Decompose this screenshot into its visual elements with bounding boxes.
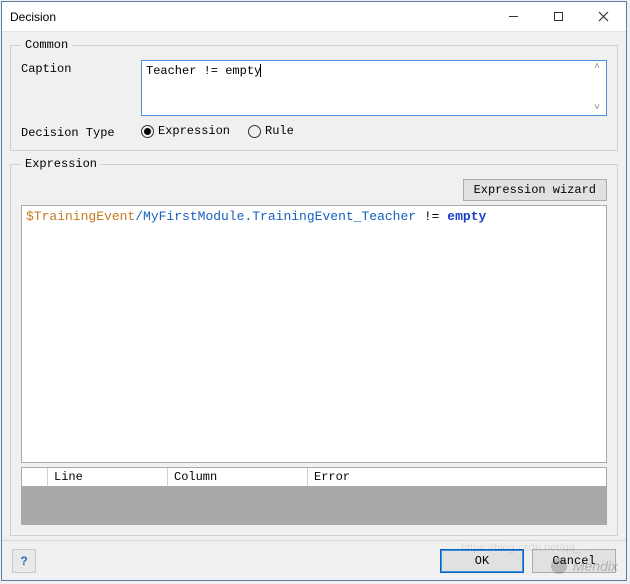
expression-legend: Expression: [21, 157, 101, 171]
window-title: Decision: [10, 10, 491, 24]
titlebar: Decision: [2, 2, 626, 32]
radio-expression-label: Expression: [158, 124, 230, 138]
ok-button[interactable]: OK: [440, 549, 524, 573]
dialog-footer: ? OK Cancel: [2, 540, 626, 580]
radio-rule[interactable]: Rule: [248, 124, 294, 138]
caption-input[interactable]: Teacher != empty ˄ ˅: [141, 60, 607, 116]
token-separator: /: [135, 209, 143, 224]
error-grid: Line Column Error: [21, 467, 607, 525]
caption-value: Teacher != empty: [146, 64, 261, 78]
error-col-column[interactable]: Column: [168, 468, 308, 486]
maximize-button[interactable]: [536, 2, 581, 31]
caption-label: Caption: [21, 60, 141, 76]
common-legend: Common: [21, 38, 72, 52]
help-button[interactable]: ?: [12, 549, 36, 573]
decision-type-row: Decision Type Expression Rule: [21, 124, 607, 140]
error-grid-header: Line Column Error: [22, 468, 606, 486]
cancel-button[interactable]: Cancel: [532, 549, 616, 573]
token-keyword: empty: [447, 209, 486, 224]
expression-group: Expression Expression wizard $TrainingEv…: [10, 157, 618, 536]
token-variable: $TrainingEvent: [26, 209, 135, 224]
dialog-body: Common Caption Teacher != empty ˄ ˅ Deci…: [2, 32, 626, 540]
caption-spin-up-icon[interactable]: ˄: [590, 63, 604, 72]
text-caret: [260, 64, 261, 77]
dialog-window: Decision Common Caption Teacher != empty…: [1, 1, 627, 581]
token-operator: !=: [416, 209, 447, 224]
minimize-button[interactable]: [491, 2, 536, 31]
help-icon: ?: [20, 554, 27, 568]
radio-dot-icon: [141, 125, 154, 138]
close-button[interactable]: [581, 2, 626, 31]
wizard-row: Expression wizard: [21, 179, 607, 201]
common-group: Common Caption Teacher != empty ˄ ˅ Deci…: [10, 38, 618, 151]
error-grid-body: [22, 486, 606, 524]
decision-type-radios: Expression Rule: [141, 124, 294, 138]
expression-wizard-button[interactable]: Expression wizard: [463, 179, 607, 201]
radio-dot-icon: [248, 125, 261, 138]
error-col-line[interactable]: Line: [48, 468, 168, 486]
error-col-icon[interactable]: [22, 468, 48, 486]
expression-editor[interactable]: $TrainingEvent/MyFirstModule.TrainingEve…: [21, 205, 607, 463]
decision-type-label: Decision Type: [21, 124, 141, 140]
caption-row: Caption Teacher != empty ˄ ˅: [21, 60, 607, 116]
radio-expression[interactable]: Expression: [141, 124, 230, 138]
error-col-error[interactable]: Error: [308, 468, 606, 486]
caption-spin-down-icon[interactable]: ˅: [590, 104, 604, 113]
radio-rule-label: Rule: [265, 124, 294, 138]
token-path: MyFirstModule.TrainingEvent_Teacher: [143, 209, 416, 224]
